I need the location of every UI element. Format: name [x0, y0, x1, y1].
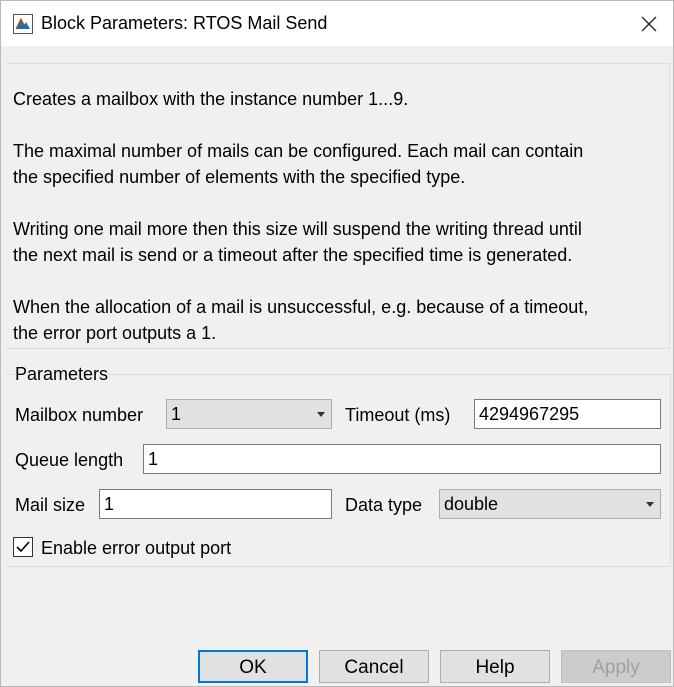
data-type-select[interactable]: double — [439, 489, 661, 519]
description-line: the specified number of elements with th… — [13, 167, 466, 187]
description-line: Creates a mailbox with the instance numb… — [13, 89, 409, 109]
simulink-block-icon — [13, 14, 33, 34]
timeout-label: Timeout (ms) — [345, 405, 451, 425]
mail-size-label: Mail size — [15, 495, 86, 515]
queue-length-input[interactable] — [143, 444, 661, 474]
description-line: the next mail is send or a timeout after… — [13, 245, 573, 265]
description-panel: Creates a mailbox with the instance numb… — [6, 63, 670, 349]
help-button[interactable]: Help — [440, 650, 550, 683]
chevron-down-icon — [646, 502, 654, 507]
enable-error-checkbox[interactable] — [13, 537, 33, 557]
description-line: When the allocation of a mail is unsucce… — [13, 297, 589, 317]
queue-length-label: Queue length — [15, 450, 124, 470]
block-parameters-dialog: Block Parameters: RTOS Mail Send Creates… — [0, 0, 674, 687]
data-type-value: double — [444, 494, 499, 514]
cancel-button[interactable]: Cancel — [319, 650, 429, 683]
ok-button[interactable]: OK — [198, 650, 308, 683]
mailbox-number-label: Mailbox number — [15, 405, 144, 425]
timeout-input[interactable] — [474, 399, 661, 429]
apply-button[interactable]: Apply — [561, 650, 671, 683]
description-line: The maximal number of mails can be confi… — [13, 141, 584, 161]
enable-error-label[interactable]: Enable error output port — [41, 538, 231, 559]
title-bar[interactable]: Block Parameters: RTOS Mail Send — [1, 1, 673, 46]
description-line: Writing one mail more then this size wil… — [13, 219, 582, 239]
window-title: Block Parameters: RTOS Mail Send — [41, 13, 328, 33]
parameters-group-title: Parameters — [15, 364, 109, 385]
mailbox-number-value: 1 — [171, 404, 182, 424]
checkmark-icon — [16, 541, 30, 553]
mail-size-input[interactable] — [99, 489, 332, 519]
mailbox-number-select[interactable]: 1 — [166, 399, 332, 429]
description-line: the error port outputs a 1. — [13, 323, 217, 343]
close-icon[interactable] — [629, 7, 669, 41]
chevron-down-icon — [317, 412, 325, 417]
data-type-label: Data type — [345, 495, 423, 515]
